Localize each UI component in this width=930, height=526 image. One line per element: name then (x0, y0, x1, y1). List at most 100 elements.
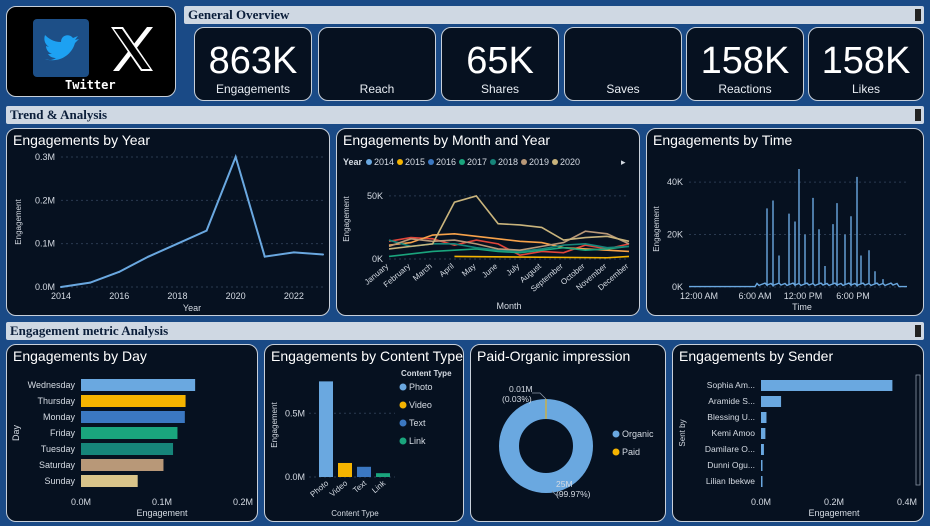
y-tick-label: 0.3M (35, 152, 55, 162)
kpi-label: Engagements (215, 82, 291, 96)
legend-next-arrow: ▸ (621, 157, 626, 167)
legend-marker (612, 448, 620, 456)
y-tick-label: 0.0M (285, 472, 305, 482)
x-tick-label: 0.2M (824, 497, 844, 507)
bar (761, 412, 767, 423)
data-point (176, 242, 179, 245)
x-axis-title: Engagement (808, 508, 860, 518)
section-title: General Overview (188, 7, 290, 22)
bar (761, 428, 766, 439)
kpi-likes: 158K Likes (808, 27, 924, 101)
x-tick-label: 6:00 AM (738, 291, 771, 301)
x-tick-label: Photo (308, 478, 330, 499)
chart-card-by-day[interactable]: Engagements by Day Wednesday Thursday Mond… (6, 344, 258, 522)
x-tick-label: 2020 (226, 291, 246, 301)
data-point (234, 156, 237, 158)
legend-label: 2014 (374, 157, 394, 167)
y-tick-label: Friday (50, 428, 76, 438)
data-label: (99.97%) (556, 489, 591, 499)
chart-card-by-month[interactable]: Engagements by Month and Year Year 2014 20… (336, 128, 640, 316)
x-tick-label: 12:00 AM (680, 291, 718, 301)
kpi-engagements: 863K Engagements (194, 27, 312, 101)
scrollbar (915, 374, 921, 486)
legend-label: 2020 (560, 157, 580, 167)
chart-card-paid-organic[interactable]: Paid-Organic impression 0.01M (0.03%) 25M(… (470, 344, 666, 522)
x-tick-label: 0.0M (751, 497, 771, 507)
kpi-value: 863K (208, 40, 298, 82)
y-axis-title: Engagement (652, 206, 661, 252)
section-title: Trend & Analysis (10, 107, 108, 122)
y-tick-label: 0.5M (285, 408, 305, 418)
x-tick-label: April (438, 262, 456, 279)
series-line (454, 255, 630, 259)
bar (761, 476, 763, 487)
kpi-value: 158K (700, 40, 790, 82)
bar (357, 466, 371, 477)
legend-marker (366, 159, 372, 165)
x-tick-label: 0.4M (897, 497, 917, 507)
y-tick-label: Kemi Amoo (712, 428, 756, 438)
data-point (60, 286, 62, 288)
y-tick-label: Tuesday (41, 444, 76, 454)
chart-card-by-year[interactable]: Engagements by Year 0.0M 0.1M 0.2M 0.3M 2014… (6, 128, 330, 316)
x-tick-label: 2022 (284, 291, 304, 301)
y-tick-label: Thursday (37, 396, 75, 406)
y-tick-label: Damilare O... (705, 444, 755, 454)
kpi-reactions: 158K Reactions (686, 27, 804, 101)
y-tick-label: Dunni Ogu... (707, 460, 755, 470)
legend-label: Text (409, 418, 426, 428)
bar (761, 396, 782, 407)
chart-card-by-sender[interactable]: Engagements by Sender Sophia Am... Aramid… (672, 344, 924, 522)
x-tick-label: Text (351, 478, 369, 495)
x-tick-label: 2014 (51, 291, 71, 301)
chart-card-by-content[interactable]: Engagements by Content Type 0.0M 0.5M Phot… (264, 344, 464, 522)
bar (338, 462, 352, 477)
legend-marker (397, 159, 403, 165)
x-tick-label: 2016 (109, 291, 129, 301)
y-tick-label: 50K (367, 191, 383, 201)
y-tick-label: Sunday (44, 476, 75, 486)
legend-label: Video (409, 400, 432, 410)
x-tick-label: 12:00 PM (784, 291, 823, 301)
x-tick-label: Link (370, 478, 388, 495)
kpi-label: Saves (606, 82, 640, 96)
y-tick-label: Sophia Am... (707, 380, 755, 390)
legend-label: Link (409, 436, 426, 446)
bar (81, 443, 174, 455)
y-tick-label: 20K (667, 230, 683, 240)
bar (376, 473, 390, 477)
legend-label: Organic (622, 429, 654, 439)
legend-label: 2019 (529, 157, 549, 167)
y-axis-title: Engagement (14, 199, 23, 245)
x-axis-title: Month (496, 301, 521, 311)
leader-line (532, 392, 547, 400)
x-tick-label: March (411, 262, 434, 283)
legend-marker (399, 401, 407, 409)
bar (81, 411, 185, 423)
y-tick-label: 0.2M (35, 195, 55, 205)
y-axis-title: Engagement (342, 196, 351, 242)
y-axis-title: Day (11, 425, 21, 442)
data-point (322, 253, 324, 256)
data-point (205, 229, 208, 232)
x-tick-label: July (505, 262, 522, 278)
data-point (89, 281, 92, 284)
legend-marker (399, 437, 407, 445)
pie-slice-organic (499, 399, 593, 493)
kpi-reach: Reach (318, 27, 436, 101)
y-tick-label: Monday (43, 412, 76, 422)
scroll-handle[interactable] (915, 325, 921, 337)
legend-marker (521, 159, 527, 165)
legend-marker (428, 159, 434, 165)
bar (81, 427, 178, 439)
kpi-label: Reach (359, 82, 395, 96)
scroll-handle[interactable] (915, 9, 921, 21)
y-axis-title: Engagement (270, 402, 279, 448)
chart-card-by-time[interactable]: Engagements by Time 0K 20K 40K 12:00 AM 6:00… (646, 128, 924, 316)
scroll-handle[interactable] (915, 109, 921, 121)
x-axis-title: Time (792, 302, 812, 312)
x-logo-icon (103, 21, 159, 77)
kpi-value: 158K (821, 40, 911, 82)
bar (81, 395, 186, 407)
x-tick-label: 6:00 PM (836, 291, 870, 301)
